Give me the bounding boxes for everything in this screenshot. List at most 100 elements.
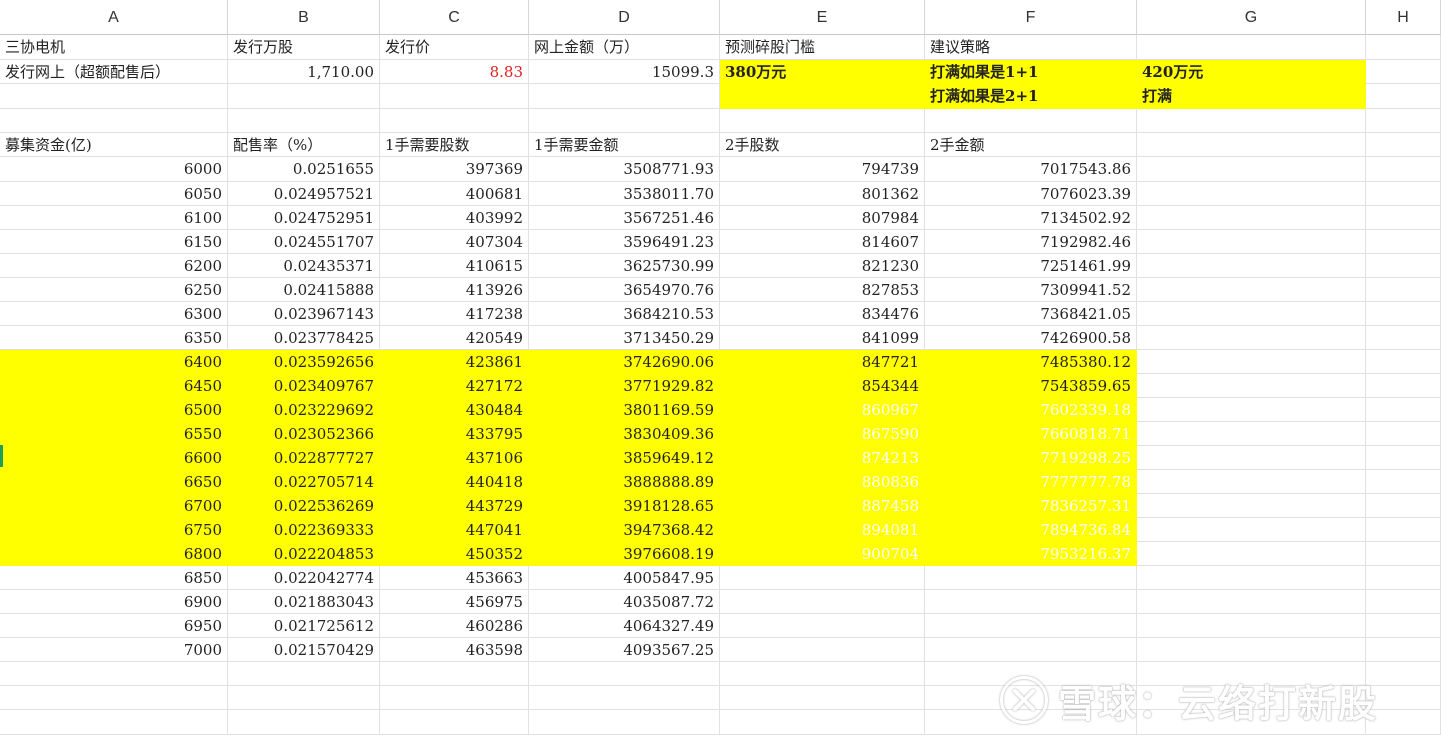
cell-e14[interactable]: 847721 [720,350,925,374]
cell-a18[interactable]: 6600 [0,446,228,470]
column-header-d[interactable]: D [529,0,720,35]
cell-a13[interactable]: 6350 [0,326,228,350]
cell-b13[interactable]: 0.023778425 [228,326,380,350]
cell-b28[interactable] [228,686,380,710]
cell-a23[interactable]: 6850 [0,566,228,590]
cell-e4[interactable] [720,109,925,133]
cell-a1[interactable]: 三协电机 [0,35,228,60]
cell-a7[interactable]: 6050 [0,182,228,206]
cell-a20[interactable]: 6700 [0,494,228,518]
cell-f17[interactable]: 7660818.71 [925,422,1137,446]
cell-a9[interactable]: 6150 [0,230,228,254]
cell-h25[interactable] [1366,614,1441,638]
cell-c11[interactable]: 413926 [380,278,529,302]
cell-d21[interactable]: 3947368.42 [529,518,720,542]
cell-f9[interactable]: 7192982.46 [925,230,1137,254]
cell-a28[interactable] [0,686,228,710]
cell-d23[interactable]: 4005847.95 [529,566,720,590]
cell-d27[interactable] [529,662,720,686]
cell-f13[interactable]: 7426900.58 [925,326,1137,350]
cell-b19[interactable]: 0.022705714 [228,470,380,494]
cell-b2[interactable]: 1,710.00 [228,60,380,84]
cell-d16[interactable]: 3801169.59 [529,398,720,422]
cell-f6[interactable]: 7017543.86 [925,157,1137,182]
cell-b21[interactable]: 0.022369333 [228,518,380,542]
cell-h7[interactable] [1366,182,1441,206]
cell-e25[interactable] [720,614,925,638]
cell-f22[interactable]: 7953216.37 [925,542,1137,566]
cell-f23[interactable] [925,566,1137,590]
cell-h1[interactable] [1366,35,1441,60]
cell-g7[interactable] [1137,182,1366,206]
column-header-a[interactable]: A [0,0,228,35]
cell-a19[interactable]: 6650 [0,470,228,494]
column-header-c[interactable]: C [380,0,529,35]
cell-d17[interactable]: 3830409.36 [529,422,720,446]
cell-a26[interactable]: 7000 [0,638,228,662]
cell-d19[interactable]: 3888888.89 [529,470,720,494]
cell-g8[interactable] [1137,206,1366,230]
cell-b11[interactable]: 0.02415888 [228,278,380,302]
cell-b12[interactable]: 0.023967143 [228,302,380,326]
cell-h20[interactable] [1366,494,1441,518]
cell-g20[interactable] [1137,494,1366,518]
cell-d11[interactable]: 3654970.76 [529,278,720,302]
cell-h8[interactable] [1366,206,1441,230]
cell-e7[interactable]: 801362 [720,182,925,206]
cell-b5[interactable]: 配售率（%） [228,133,380,157]
cell-a17[interactable]: 6550 [0,422,228,446]
cell-a4[interactable] [0,109,228,133]
cell-a12[interactable]: 6300 [0,302,228,326]
cell-f2[interactable]: 打满如果是1+1 [925,60,1137,84]
cell-b20[interactable]: 0.022536269 [228,494,380,518]
cell-c10[interactable]: 410615 [380,254,529,278]
cell-h12[interactable] [1366,302,1441,326]
cell-e3[interactable] [720,84,925,109]
cell-d20[interactable]: 3918128.65 [529,494,720,518]
cell-c24[interactable]: 456975 [380,590,529,614]
cell-b26[interactable]: 0.021570429 [228,638,380,662]
cell-e24[interactable] [720,590,925,614]
cell-b27[interactable] [228,662,380,686]
cell-b18[interactable]: 0.022877727 [228,446,380,470]
cell-c29[interactable] [380,710,529,735]
cell-a8[interactable]: 6100 [0,206,228,230]
cell-b7[interactable]: 0.024957521 [228,182,380,206]
cell-a22[interactable]: 6800 [0,542,228,566]
cell-h10[interactable] [1366,254,1441,278]
cell-f12[interactable]: 7368421.05 [925,302,1137,326]
cell-g17[interactable] [1137,422,1366,446]
cell-a16[interactable]: 6500 [0,398,228,422]
column-header-g[interactable]: G [1137,0,1366,35]
cell-b8[interactable]: 0.024752951 [228,206,380,230]
cell-d5[interactable]: 1手需要金额 [529,133,720,157]
cell-c1[interactable]: 发行价 [380,35,529,60]
cell-b23[interactable]: 0.022042774 [228,566,380,590]
cell-e21[interactable]: 894081 [720,518,925,542]
cell-g14[interactable] [1137,350,1366,374]
cell-c17[interactable]: 433795 [380,422,529,446]
cell-a27[interactable] [0,662,228,686]
cell-c3[interactable] [380,84,529,109]
cell-b9[interactable]: 0.024551707 [228,230,380,254]
cell-h5[interactable] [1366,133,1441,157]
cell-g1[interactable] [1137,35,1366,60]
cell-c2[interactable]: 8.83 [380,60,529,84]
cell-h22[interactable] [1366,542,1441,566]
cell-e17[interactable]: 867590 [720,422,925,446]
cell-e20[interactable]: 887458 [720,494,925,518]
cell-a10[interactable]: 6200 [0,254,228,278]
cell-g13[interactable] [1137,326,1366,350]
cell-c5[interactable]: 1手需要股数 [380,133,529,157]
cell-c28[interactable] [380,686,529,710]
cell-f10[interactable]: 7251461.99 [925,254,1137,278]
column-header-e[interactable]: E [720,0,925,35]
cell-f7[interactable]: 7076023.39 [925,182,1137,206]
cell-h15[interactable] [1366,374,1441,398]
cell-b17[interactable]: 0.023052366 [228,422,380,446]
cell-d3[interactable] [529,84,720,109]
cell-g9[interactable] [1137,230,1366,254]
cell-e1[interactable]: 预测碎股门槛 [720,35,925,60]
cell-h13[interactable] [1366,326,1441,350]
cell-b25[interactable]: 0.021725612 [228,614,380,638]
